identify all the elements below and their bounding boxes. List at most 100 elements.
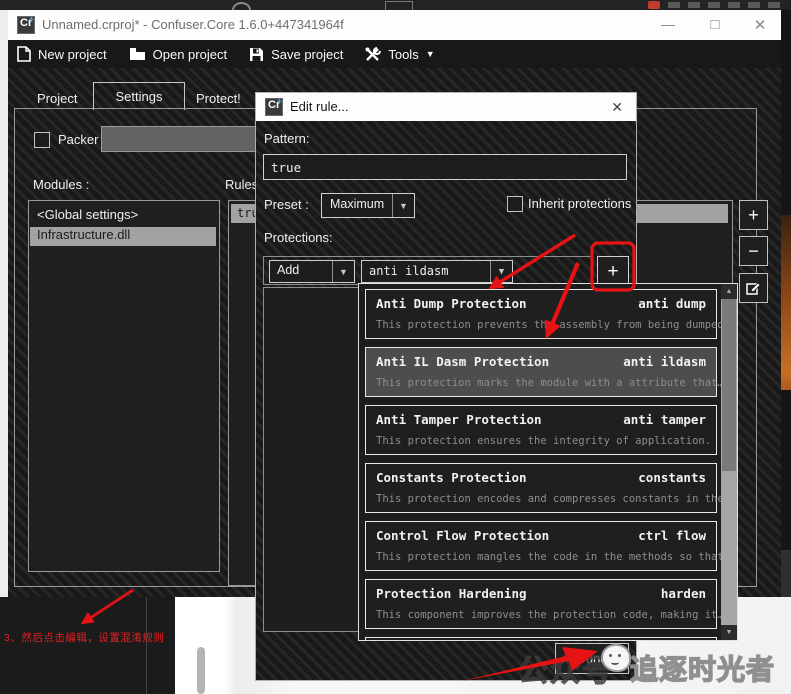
background-top-strip [0,0,791,10]
plus-icon: + [748,205,759,226]
protection-name: Anti Tamper Protection [376,412,542,427]
modules-list[interactable]: <Global settings> Infrastructure.dll [28,200,220,572]
protection-description: This protection marks the module with a … [376,377,724,389]
pattern-label: Pattern: [264,131,310,146]
background-fragment [781,550,791,597]
protection-name: Constants Protection [376,470,527,485]
partial-icon [385,1,413,10]
page-scrollbar-thumb[interactable] [197,647,205,694]
protection-description: This protection encodes and compresses c… [376,493,738,505]
chevron-down-icon[interactable]: ▼ [392,194,414,217]
list-item-global-settings[interactable]: <Global settings> [37,207,138,222]
dialog-app-icon: Cr+ [265,98,283,116]
minimize-button[interactable]: — [653,16,683,32]
close-button[interactable]: ✕ [745,16,775,34]
protection-tag: anti dump [638,296,706,311]
protection-combobox[interactable]: anti ildasm ▼ [361,260,513,283]
toolbar-label: Tools [388,47,418,62]
protection-description: This protection ensures the integrity of… [376,435,711,447]
preset-combobox[interactable]: Maximum ▼ [321,193,415,218]
tab-settings[interactable]: Settings [93,82,185,110]
tools-menu-button[interactable]: Tools ▼ [365,47,434,62]
action-value: Add [277,263,299,277]
packer-label: Packer : [58,132,106,147]
background-right-strip [781,10,791,597]
protection-tag: constants [638,470,706,485]
edit-rule-button[interactable] [739,273,768,303]
partial-icon [232,2,251,10]
maximize-button[interactable]: □ [700,16,730,33]
protection-option-constants[interactable]: Constants Protection constants This prot… [365,463,717,513]
app-icon: Cr+ [17,16,35,34]
module-item-label: Infrastructure.dll [37,227,130,242]
minus-icon: − [748,241,759,262]
main-titlebar[interactable]: Cr+ Unnamed.crproj* - Confuser.Core 1.6.… [8,10,781,40]
protections-label: Protections: [264,230,333,245]
chevron-down-icon: ▼ [426,49,435,59]
watermark-small: 公众号 [518,646,614,690]
inherit-protections-label: Inherit protections [528,196,631,211]
main-toolbar: New project Open project Save project To… [8,40,781,68]
modules-label: Modules : [33,177,89,192]
list-item-infrastructure-dll[interactable]: Infrastructure.dll [30,227,216,246]
open-project-button[interactable]: Open project [129,47,227,62]
protection-option-ctrl-flow[interactable]: Control Flow Protection ctrl flow This p… [365,521,717,571]
protection-tag: ctrl flow [638,528,706,543]
divider [146,597,147,694]
tutorial-step-text: 3、然后点击编辑，设置混淆规则 [4,630,164,645]
dialog-title: Edit rule... [290,99,349,114]
protection-option-harden[interactable]: Protection Hardening harden This compone… [365,579,717,629]
protection-option-anti-dump[interactable]: Anti Dump Protection anti dump This prot… [365,289,717,339]
edit-pencil-icon [746,281,761,296]
dialog-close-icon[interactable]: ✕ [611,99,623,116]
protection-option-partial[interactable] [365,637,717,641]
scroll-down-button[interactable]: ▼ [721,625,737,640]
save-floppy-icon [249,47,264,62]
tab-protect[interactable]: Protect! [196,91,241,106]
remove-rule-button[interactable]: − [739,236,768,266]
toolbar-label: New project [38,47,107,62]
add-rule-button[interactable]: + [739,200,768,230]
tools-icon [365,47,381,62]
watermark-text: 追逐时光者 [630,648,775,688]
popup-scrollbar[interactable]: ▲ ▼ [721,284,737,640]
scrollbar-thumb[interactable] [722,299,736,471]
packer-combobox[interactable] [101,126,275,152]
protection-value: anti ildasm [369,264,448,278]
plus-icon: + [607,261,618,283]
protection-option-anti-ildasm[interactable]: Anti IL Dasm Protection anti ildasm This… [365,347,717,397]
background-image-fragment [781,215,791,390]
protection-name: Protection Hardening [376,586,527,601]
new-document-icon [17,46,31,62]
tab-project[interactable]: Project [37,91,77,106]
partial-text-glyphs [668,2,788,8]
protection-tag: anti tamper [623,412,706,427]
open-folder-icon [129,47,146,61]
packer-checkbox[interactable] [34,132,50,148]
action-combobox[interactable]: Add ▼ [269,260,355,283]
protection-action-row: Add ▼ anti ildasm ▼ [263,256,593,285]
toolbar-label: Open project [153,47,227,62]
protection-description: This component improves the protection c… [376,609,724,621]
inherit-protections-checkbox[interactable] [507,196,523,212]
dialog-titlebar[interactable]: Cr+ Edit rule... ✕ [256,93,636,121]
preset-label: Preset : [264,197,309,212]
preset-value: Maximum [330,197,384,211]
screenshot-root: 3、然后点击编辑，设置混淆规则 Cr+ Unnamed.crproj* - Co… [0,0,791,694]
protection-dropdown-popup: Anti Dump Protection anti dump This prot… [358,283,738,641]
chevron-down-icon[interactable]: ▼ [490,261,512,282]
partial-red-icon [648,1,660,9]
toolbar-label: Save project [271,47,343,62]
pattern-input[interactable]: true [263,154,627,180]
chevron-down-icon[interactable]: ▼ [332,261,354,282]
protection-tag: harden [661,586,706,601]
protection-name: Anti Dump Protection [376,296,527,311]
protection-name: Anti IL Dasm Protection [376,354,549,369]
pattern-value: true [271,160,301,175]
protection-description: This protection prevents the assembly fr… [376,319,738,331]
save-project-button[interactable]: Save project [249,47,343,62]
new-project-button[interactable]: New project [17,46,107,62]
protection-option-anti-tamper[interactable]: Anti Tamper Protection anti tamper This … [365,405,717,455]
protection-description: This protection mangles the code in the … [376,551,730,563]
scroll-up-button[interactable]: ▲ [721,284,737,299]
